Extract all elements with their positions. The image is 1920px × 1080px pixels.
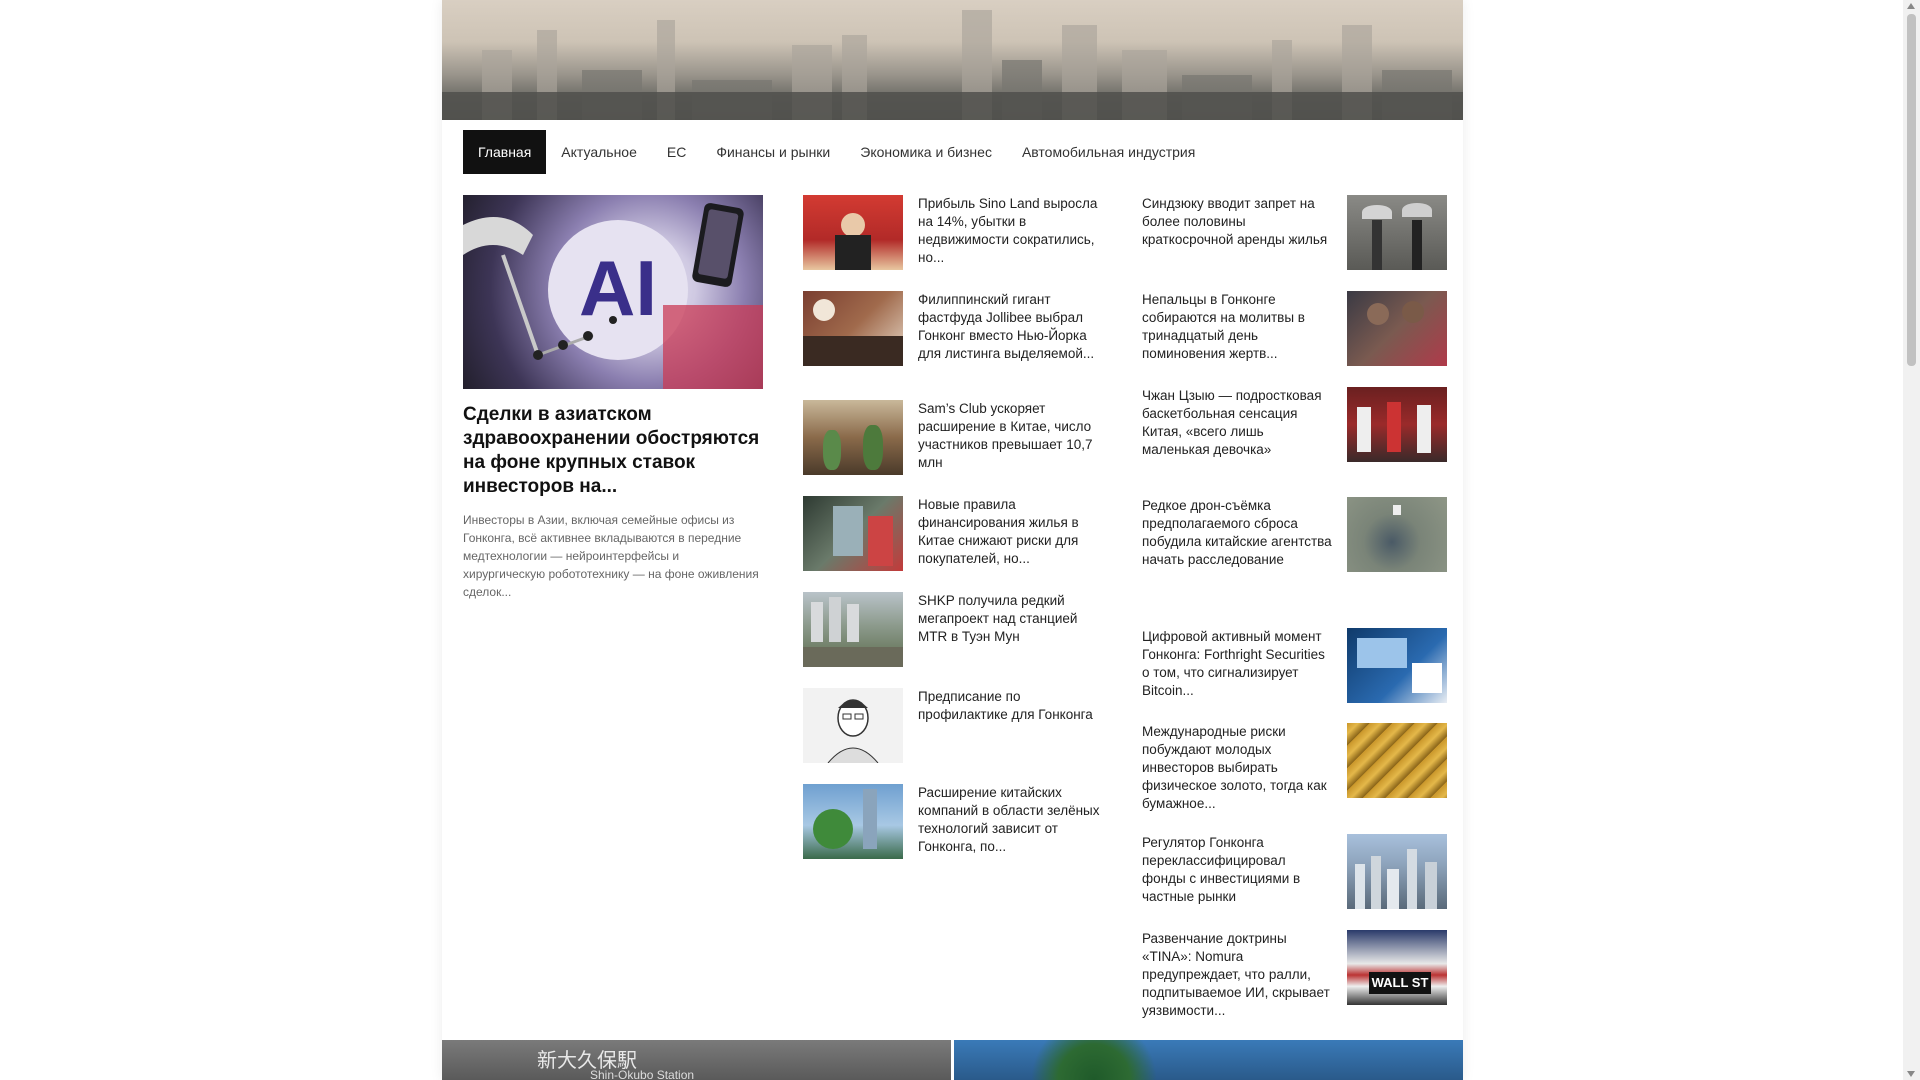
main-navigation: Главная Актуальное ЕС Финансы и рынки Эк…: [463, 130, 1210, 174]
person-sketch-icon: [827, 699, 879, 763]
featured-article-title[interactable]: Сделки в азиатском здравоохранении обост…: [463, 403, 763, 499]
article-title[interactable]: Прибыль Sino Land выросла на 14%, убытки…: [918, 195, 1108, 270]
article-title[interactable]: Редкое дрон-съёмка предполагаемого сброс…: [1142, 497, 1332, 572]
article-thumbnail[interactable]: [1347, 628, 1447, 703]
list-item[interactable]: Цифровой активный момент Гонконга: Forth…: [1142, 628, 1447, 703]
nav-item-economy[interactable]: Экономика и бизнес: [845, 130, 1007, 174]
article-title[interactable]: Филиппинский гигант фастфуда Jollibee вы…: [918, 291, 1108, 366]
article-thumbnail[interactable]: [803, 496, 903, 571]
article-thumbnail[interactable]: [1347, 834, 1447, 909]
article-title[interactable]: SHKP получила редкий мегапроект над стан…: [918, 592, 1108, 667]
article-title[interactable]: Развенчание доктрины «TINA»: Nomura пред…: [1142, 930, 1332, 1020]
list-item[interactable]: Филиппинский гигант фастфуда Jollibee вы…: [803, 291, 1108, 366]
list-item[interactable]: SHKP получила редкий мегапроект над стан…: [803, 592, 1108, 667]
scroll-down-arrow-icon[interactable]: [1907, 1071, 1915, 1077]
featured-article: AI Сделки в азиатском здравоохранении об…: [463, 195, 763, 601]
header-banner-image[interactable]: [442, 0, 1463, 120]
list-item[interactable]: Чжан Цзыю — подростковая баскетбольная с…: [1142, 387, 1447, 462]
scrollbar-thumb[interactable]: [1907, 14, 1916, 366]
article-thumbnail[interactable]: [1347, 291, 1447, 366]
station-sign-sub: Shin-Okubo Station: [590, 1068, 695, 1080]
article-title[interactable]: Предписание по профилактике для Гонконга: [918, 688, 1108, 763]
article-thumbnail[interactable]: [803, 784, 903, 859]
list-item[interactable]: Регулятор Гонконга переклассифицировал ф…: [1142, 834, 1447, 909]
list-item[interactable]: Международные риски побуждают молодых ин…: [1142, 723, 1447, 813]
list-item[interactable]: Синдзюку вводит запрет на более половины…: [1142, 195, 1447, 270]
article-thumbnail[interactable]: [1347, 195, 1447, 270]
article-title[interactable]: Расширение китайских компаний в области …: [918, 784, 1108, 859]
article-title[interactable]: Цифровой активный момент Гонконга: Forth…: [1142, 628, 1332, 703]
list-item[interactable]: Непальцы в Гонконге собираются на молитв…: [1142, 291, 1447, 366]
article-thumbnail[interactable]: [803, 400, 903, 475]
page-scrollbar[interactable]: [1903, 0, 1920, 1080]
article-thumbnail[interactable]: [803, 688, 903, 763]
article-thumbnail[interactable]: WALL ST: [1347, 930, 1447, 1005]
article-title[interactable]: Непальцы в Гонконге собираются на молитв…: [1142, 291, 1332, 366]
article-title[interactable]: Регулятор Гонконга переклассифицировал ф…: [1142, 834, 1332, 909]
article-thumbnail[interactable]: [803, 592, 903, 667]
list-item[interactable]: Развенчание доктрины «TINA»: Nomura пред…: [1142, 930, 1447, 1020]
featured-article-image[interactable]: AI: [463, 195, 763, 389]
article-thumbnail[interactable]: [1347, 497, 1447, 572]
article-title[interactable]: Международные риски побуждают молодых ин…: [1142, 723, 1332, 813]
nav-item-finance[interactable]: Финансы и рынки: [701, 130, 845, 174]
nav-item-eu[interactable]: ЕС: [652, 130, 701, 174]
list-item[interactable]: Новые правила финансирования жилья в Кит…: [803, 496, 1108, 571]
list-item[interactable]: Расширение китайских компаний в области …: [803, 784, 1108, 859]
article-title[interactable]: Новые правила финансирования жилья в Кит…: [918, 496, 1108, 571]
bottom-article-image-left[interactable]: 新大久保駅 Shin-Okubo Station: [442, 1040, 951, 1080]
list-item[interactable]: Sam’s Club ускоряет расширение в Китае, …: [803, 400, 1108, 475]
nav-item-home[interactable]: Главная: [463, 130, 547, 174]
svg-text:AI: AI: [579, 244, 657, 332]
nav-item-trending[interactable]: Актуальное: [546, 130, 652, 174]
page-container: Главная Актуальное ЕС Финансы и рынки Эк…: [442, 0, 1463, 1080]
featured-article-description: Инвесторы в Азии, включая семейные офисы…: [463, 513, 759, 599]
bottom-article-image-right[interactable]: [954, 1040, 1463, 1080]
scroll-up-arrow-icon[interactable]: [1907, 3, 1915, 9]
nav-item-auto[interactable]: Автомобильная индустрия: [1007, 130, 1210, 174]
article-title[interactable]: Sam’s Club ускоряет расширение в Китае, …: [918, 400, 1108, 475]
article-title[interactable]: Синдзюку вводит запрет на более половины…: [1142, 195, 1332, 270]
article-thumbnail[interactable]: [803, 291, 903, 366]
article-thumbnail[interactable]: [803, 195, 903, 270]
article-title[interactable]: Чжан Цзыю — подростковая баскетбольная с…: [1142, 387, 1332, 462]
list-item[interactable]: Редкое дрон-съёмка предполагаемого сброс…: [1142, 497, 1447, 572]
article-thumbnail[interactable]: [1347, 723, 1447, 798]
ai-robot-illustration: AI: [463, 203, 763, 389]
list-item[interactable]: Прибыль Sino Land выросла на 14%, убытки…: [803, 195, 1108, 270]
list-item[interactable]: Предписание по профилактике для Гонконга: [803, 688, 1108, 763]
article-thumbnail[interactable]: [1347, 387, 1447, 462]
